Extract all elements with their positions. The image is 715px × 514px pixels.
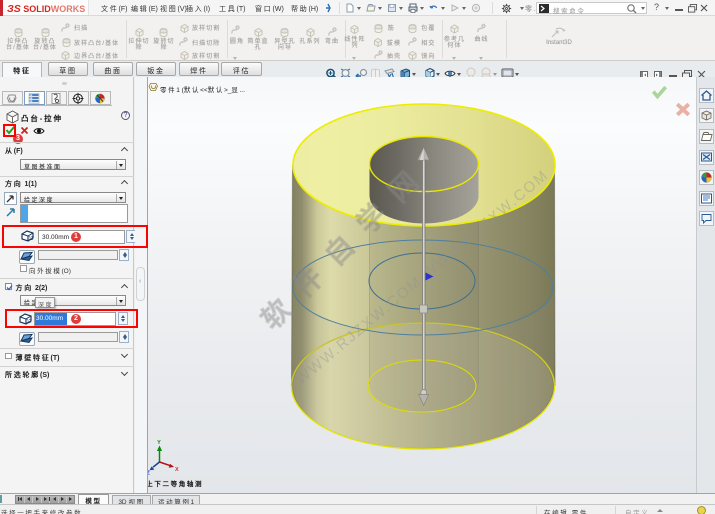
svg-text:Y: Y (157, 440, 161, 446)
svg-text:Z: Z (148, 471, 151, 477)
svg-text:X: X (175, 467, 179, 473)
